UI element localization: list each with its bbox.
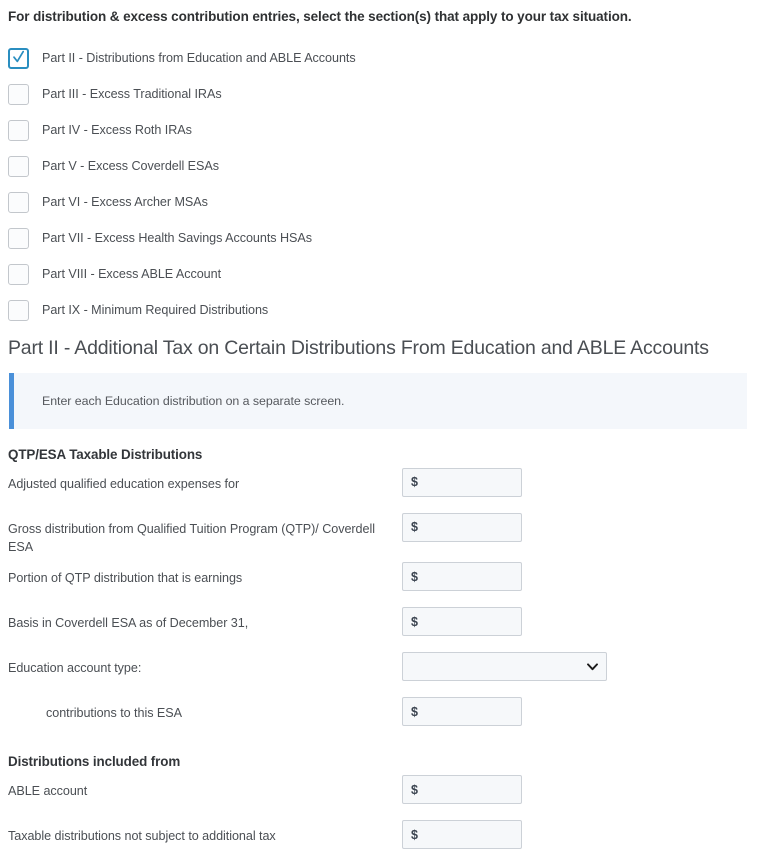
- select-control[interactable]: [402, 652, 607, 682]
- checkbox-row[interactable]: Part VIII - Excess ABLE Account: [8, 256, 757, 292]
- checkbox-label: Part V - Excess Coverdell ESAs: [42, 159, 219, 174]
- form-field-row: Basis in Coverdell ESA as of December 31…: [8, 607, 749, 646]
- qtp-esa-section: QTP/ESA Taxable Distributions Adjusted q…: [0, 447, 757, 859]
- form-field-row: contributions to this ESA $: [8, 697, 749, 736]
- checkbox-label: Part IX - Minimum Required Distributions: [42, 303, 269, 318]
- education-account-type-select[interactable]: [402, 652, 607, 682]
- tax-form-page: For distribution & excess contribution e…: [0, 0, 757, 850]
- field-label: contributions to this ESA: [46, 706, 182, 721]
- form-field-row: Gross distribution from Qualified Tuitio…: [8, 512, 749, 557]
- form-field-row: Adjusted qualified education expenses fo…: [8, 467, 749, 507]
- currency-input-field[interactable]: [403, 468, 521, 496]
- checkbox-unchecked-icon[interactable]: [8, 155, 29, 177]
- page-intro-text: For distribution & excess contribution e…: [8, 9, 632, 24]
- field-label: Taxable distributions not subject to add…: [8, 829, 276, 844]
- checkbox-row[interactable]: Part VII - Excess Health Savings Account…: [8, 220, 757, 256]
- checkbox-label: Part IV - Excess Roth IRAs: [42, 123, 192, 138]
- form-field-row: Portion of QTP distribution that is earn…: [8, 562, 749, 601]
- currency-input[interactable]: $: [402, 562, 522, 592]
- checkbox-label: Part II - Distributions from Education a…: [42, 51, 356, 66]
- checkbox-unchecked-icon[interactable]: [8, 263, 29, 285]
- form-field-row: Education account type:: [8, 652, 749, 691]
- checkbox-row[interactable]: Part III - Excess Traditional IRAs: [8, 76, 757, 112]
- qtp-field-list: Adjusted qualified education expenses fo…: [8, 467, 749, 737]
- checkbox-label: Part VII - Excess Health Savings Account…: [42, 231, 312, 246]
- field-label: Gross distribution from Qualified Tuitio…: [8, 521, 375, 554]
- checkbox-checked-icon[interactable]: [8, 47, 29, 69]
- currency-input[interactable]: $: [402, 512, 522, 542]
- checkbox-unchecked-icon[interactable]: [8, 119, 29, 141]
- checkbox-unchecked-icon[interactable]: [8, 191, 29, 213]
- checkbox-label: Part VI - Excess Archer MSAs: [42, 195, 208, 210]
- currency-input[interactable]: $: [402, 820, 522, 850]
- currency-input-field[interactable]: [403, 513, 521, 541]
- part-two-heading: Part II - Additional Tax on Certain Dist…: [8, 337, 709, 360]
- info-banner: Enter each Education distribution on a s…: [9, 372, 747, 429]
- checkbox-unchecked-icon[interactable]: [8, 83, 29, 105]
- currency-input[interactable]: $: [402, 467, 522, 497]
- distributions-field-list: ABLE account $ Taxable distributions not s…: [8, 775, 749, 859]
- checkbox-unchecked-icon[interactable]: [8, 227, 29, 249]
- checkbox-row[interactable]: Part IV - Excess Roth IRAs: [8, 112, 757, 148]
- field-label: Basis in Coverdell ESA as of December 31…: [8, 616, 249, 631]
- form-field-row: Taxable distributions not subject to add…: [8, 820, 749, 859]
- currency-input-field[interactable]: [403, 608, 521, 636]
- checkbox-row[interactable]: Part IX - Minimum Required Distributions: [8, 292, 757, 328]
- checkbox-unchecked-icon[interactable]: [8, 299, 29, 321]
- info-banner-text: Enter each Education distribution on a s…: [42, 393, 345, 408]
- currency-input[interactable]: $: [402, 607, 522, 637]
- field-label: ABLE account: [8, 784, 88, 799]
- qtp-section-title: QTP/ESA Taxable Distributions: [8, 446, 203, 462]
- section-checkbox-list: Part II - Distributions from Education a…: [0, 40, 757, 328]
- field-label: Adjusted qualified education expenses fo…: [8, 476, 240, 491]
- field-label: Portion of QTP distribution that is earn…: [8, 571, 243, 586]
- checkbox-row[interactable]: Part VI - Excess Archer MSAs: [8, 184, 757, 220]
- currency-input[interactable]: $: [402, 697, 522, 727]
- field-label: Education account type:: [8, 661, 142, 676]
- currency-input-field[interactable]: [403, 563, 521, 591]
- distributions-section-title: Distributions included from: [8, 754, 181, 770]
- currency-input[interactable]: $: [402, 775, 522, 805]
- form-field-row: ABLE account $: [8, 775, 749, 814]
- currency-input-field[interactable]: [403, 821, 521, 849]
- checkbox-row[interactable]: Part II - Distributions from Education a…: [8, 40, 757, 76]
- check-icon: [13, 50, 24, 65]
- checkbox-label: Part III - Excess Traditional IRAs: [42, 87, 222, 102]
- currency-input-field[interactable]: [403, 698, 521, 726]
- currency-input-field[interactable]: [403, 776, 521, 804]
- checkbox-row[interactable]: Part V - Excess Coverdell ESAs: [8, 148, 757, 184]
- checkbox-label: Part VIII - Excess ABLE Account: [42, 267, 222, 282]
